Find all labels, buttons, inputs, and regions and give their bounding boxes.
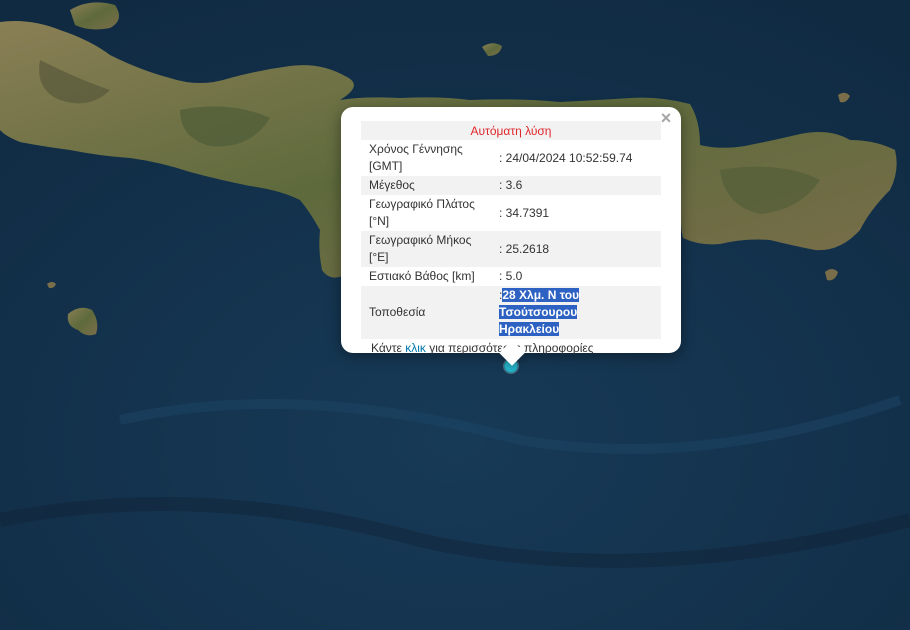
row-label-line1: Χρόνος Γέννησης xyxy=(369,142,463,156)
row-label: Γεωγραφικό Μήκος [°E] xyxy=(361,231,491,267)
row-label: Μέγεθος xyxy=(361,176,491,195)
table-row: Χρόνος Γέννησης [GMT] : 24/04/2024 10:52… xyxy=(361,140,661,176)
row-label: Χρόνος Γέννησης [GMT] xyxy=(361,140,491,176)
location-text-line1[interactable]: 28 Χλμ. N του Τσούτσουρου xyxy=(499,288,580,319)
row-label-line2: [°N] xyxy=(369,214,390,228)
more-info-prefix: Κάντε xyxy=(371,341,406,355)
row-label-line1: Γεωγραφικό Μήκος xyxy=(369,233,472,247)
island-northwest xyxy=(70,2,119,30)
location-text-line2[interactable]: Ηρακλείου xyxy=(499,322,560,336)
row-label-line2: [°E] xyxy=(369,250,389,264)
table-title-row: Αυτόματη λύση xyxy=(361,121,661,140)
row-label-line1: Γεωγραφικό Πλάτος xyxy=(369,197,475,211)
table-row: Γεωγραφικό Πλάτος [°N] : 34.7391 xyxy=(361,195,661,231)
earthquake-info-popup: × Αυτόματη λύση Χρόνος Γέννησης [GMT] : … xyxy=(341,107,681,366)
table-row: Γεωγραφικό Μήκος [°E] : 25.2618 xyxy=(361,231,661,267)
row-label: Τοποθεσία xyxy=(361,286,491,339)
location-value[interactable]: :28 Χλμ. N του Τσούτσουρου Ηρακλείου xyxy=(491,286,661,339)
longitude-value: : 25.2618 xyxy=(491,231,661,267)
row-label-line2: [GMT] xyxy=(369,159,403,173)
popup-title: Αυτόματη λύση xyxy=(361,121,661,140)
depth-value: : 5.0 xyxy=(499,269,523,283)
latitude-value: : 34.7391 xyxy=(499,205,550,220)
row-label: Γεωγραφικό Πλάτος [°N] xyxy=(361,195,491,231)
row-label: Εστιακό Βάθος [km] xyxy=(369,269,475,283)
table-row: Τοποθεσία :28 Χλμ. N του Τσούτσουρου Ηρα… xyxy=(361,286,661,339)
earthquake-details-table: Αυτόματη λύση Χρόνος Γέννησης [GMT] : 24… xyxy=(361,121,661,339)
table-row: Εστιακό Βάθος [km] : 5.0 xyxy=(361,267,661,286)
more-info-link[interactable]: κλικ xyxy=(405,341,426,355)
origin-time-value: : 24/04/2024 10:52:59.74 xyxy=(499,150,633,165)
table-row: Μέγεθος : 3.6 xyxy=(361,176,661,195)
magnitude-value: : 3.6 xyxy=(491,176,661,195)
